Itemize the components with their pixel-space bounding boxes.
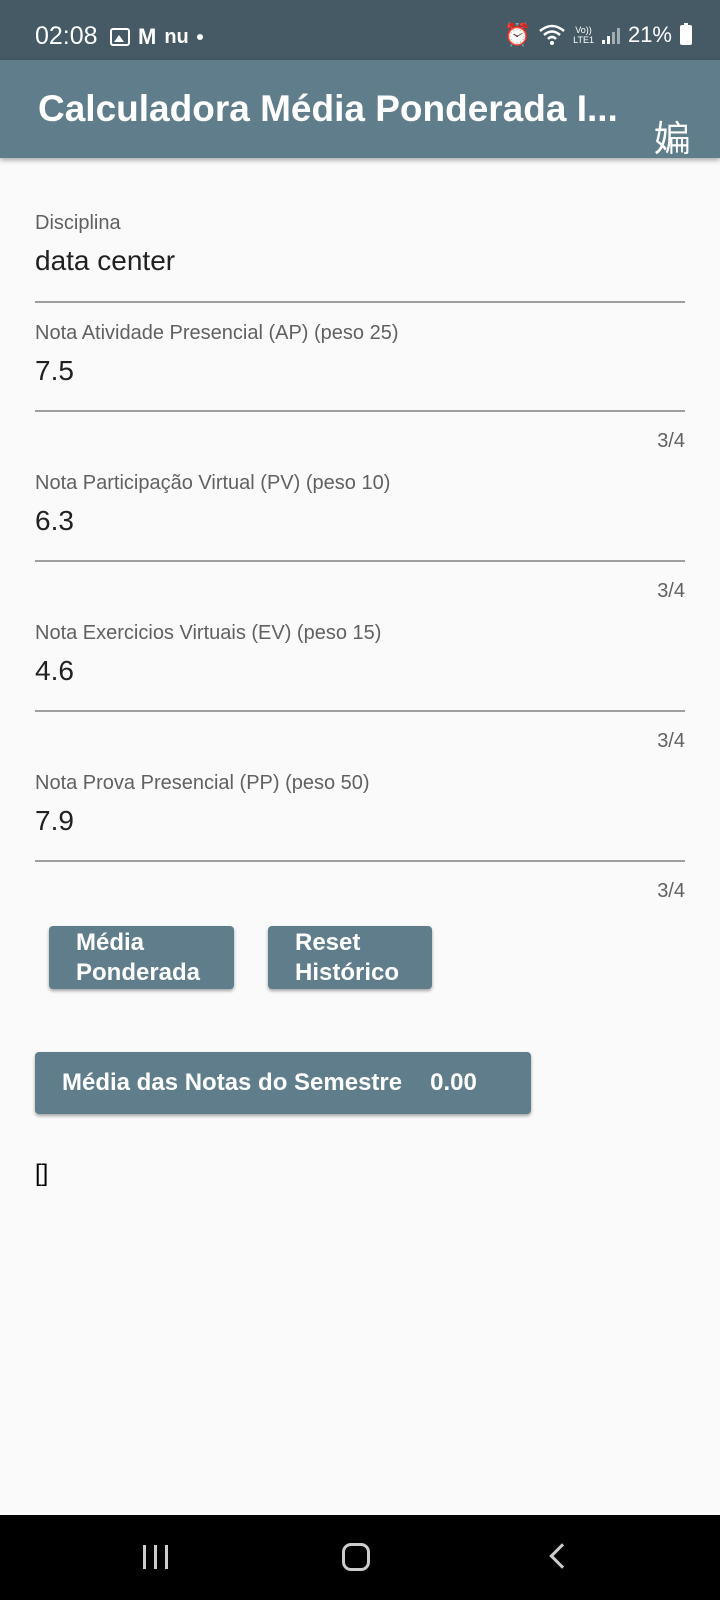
weighted-average-button-line1: Média: [76, 929, 145, 956]
more-notifications-icon: [196, 34, 203, 40]
lte-label: LTE1: [573, 35, 594, 45]
ev-value[interactable]: 4.6: [35, 655, 685, 687]
ap-grade-field[interactable]: Nota Atividade Presencial (AP) (peso 25)…: [35, 322, 685, 414]
reset-history-button-line1: Reset: [295, 929, 361, 956]
ev-label: Nota Exercicios Virtuais (EV) (peso 15): [35, 622, 382, 644]
alarm-icon: ⏰: [503, 22, 532, 47]
ap-underline: [35, 410, 685, 412]
ev-grade-field[interactable]: Nota Exercicios Virtuais (EV) (peso 15) …: [35, 622, 685, 714]
ev-underline: [35, 710, 685, 712]
weighted-average-button[interactable]: Média Ponderada: [49, 926, 234, 989]
notification-icons: M nu: [110, 24, 203, 50]
volte-label: Vo)): [575, 25, 592, 35]
disciplina-underline: [35, 301, 685, 303]
weighted-average-button-line2: Ponderada: [76, 959, 201, 986]
status-time: 02:08: [35, 22, 98, 50]
pv-char-counter: 3/4: [657, 580, 685, 602]
status-bar: 02:08 M nu ⏰ Vo)) LTE1 21%: [0, 0, 720, 60]
wifi-icon: [539, 24, 565, 45]
ap-label: Nota Atividade Presencial (AP) (peso 25): [35, 322, 399, 344]
gmail-icon: M: [138, 24, 157, 49]
home-icon[interactable]: [342, 1543, 370, 1571]
volte-icon: Vo)) LTE1: [573, 25, 594, 45]
system-icons: ⏰ Vo)) LTE1 21%: [504, 22, 692, 48]
pp-grade-field[interactable]: Nota Prova Presencial (PP) (peso 50) 7.9: [35, 772, 685, 864]
pp-char-counter: 3/4: [657, 880, 685, 902]
navigation-bar: [0, 1515, 720, 1600]
pp-underline: [35, 860, 685, 862]
pp-label: Nota Prova Presencial (PP) (peso 50): [35, 772, 370, 794]
page-title: Calculadora Média Ponderada I...: [38, 88, 618, 129]
ap-value[interactable]: 7.5: [35, 355, 685, 387]
semester-average-button[interactable]: Média das Notas do Semestre 0.00: [35, 1052, 531, 1114]
language-toggle-icon[interactable]: 媥: [654, 110, 690, 162]
pv-underline: [35, 560, 685, 562]
semester-average-value: 0.00: [430, 1069, 477, 1096]
disciplina-field[interactable]: Disciplina data center: [35, 212, 685, 304]
signal-icon: [601, 26, 620, 44]
ap-char-counter: 3/4: [657, 430, 685, 452]
semester-average-label: Média das Notas do Semestre: [62, 1069, 403, 1096]
pv-label: Nota Participação Virtual (PV) (peso 10): [35, 472, 391, 494]
disciplina-value[interactable]: data center: [35, 245, 685, 277]
app-bar: Calculadora Média Ponderada I... 媥: [0, 60, 720, 160]
reset-history-button-line2: Histórico: [295, 959, 400, 986]
pv-grade-field[interactable]: Nota Participação Virtual (PV) (peso 10)…: [35, 472, 685, 564]
recent-apps-icon[interactable]: [143, 1545, 168, 1569]
disciplina-label: Disciplina: [35, 212, 121, 234]
reset-history-button[interactable]: Reset Histórico: [268, 926, 432, 989]
pv-value[interactable]: 6.3: [35, 505, 685, 537]
battery-percent: 21%: [627, 22, 672, 47]
pp-value[interactable]: 7.9: [35, 805, 685, 837]
nubank-icon: nu: [164, 25, 189, 48]
battery-icon: [680, 23, 692, 45]
ev-char-counter: 3/4: [657, 730, 685, 752]
gallery-icon: [110, 28, 130, 46]
history-list: []: [35, 1160, 49, 1187]
back-icon[interactable]: [549, 1543, 575, 1569]
